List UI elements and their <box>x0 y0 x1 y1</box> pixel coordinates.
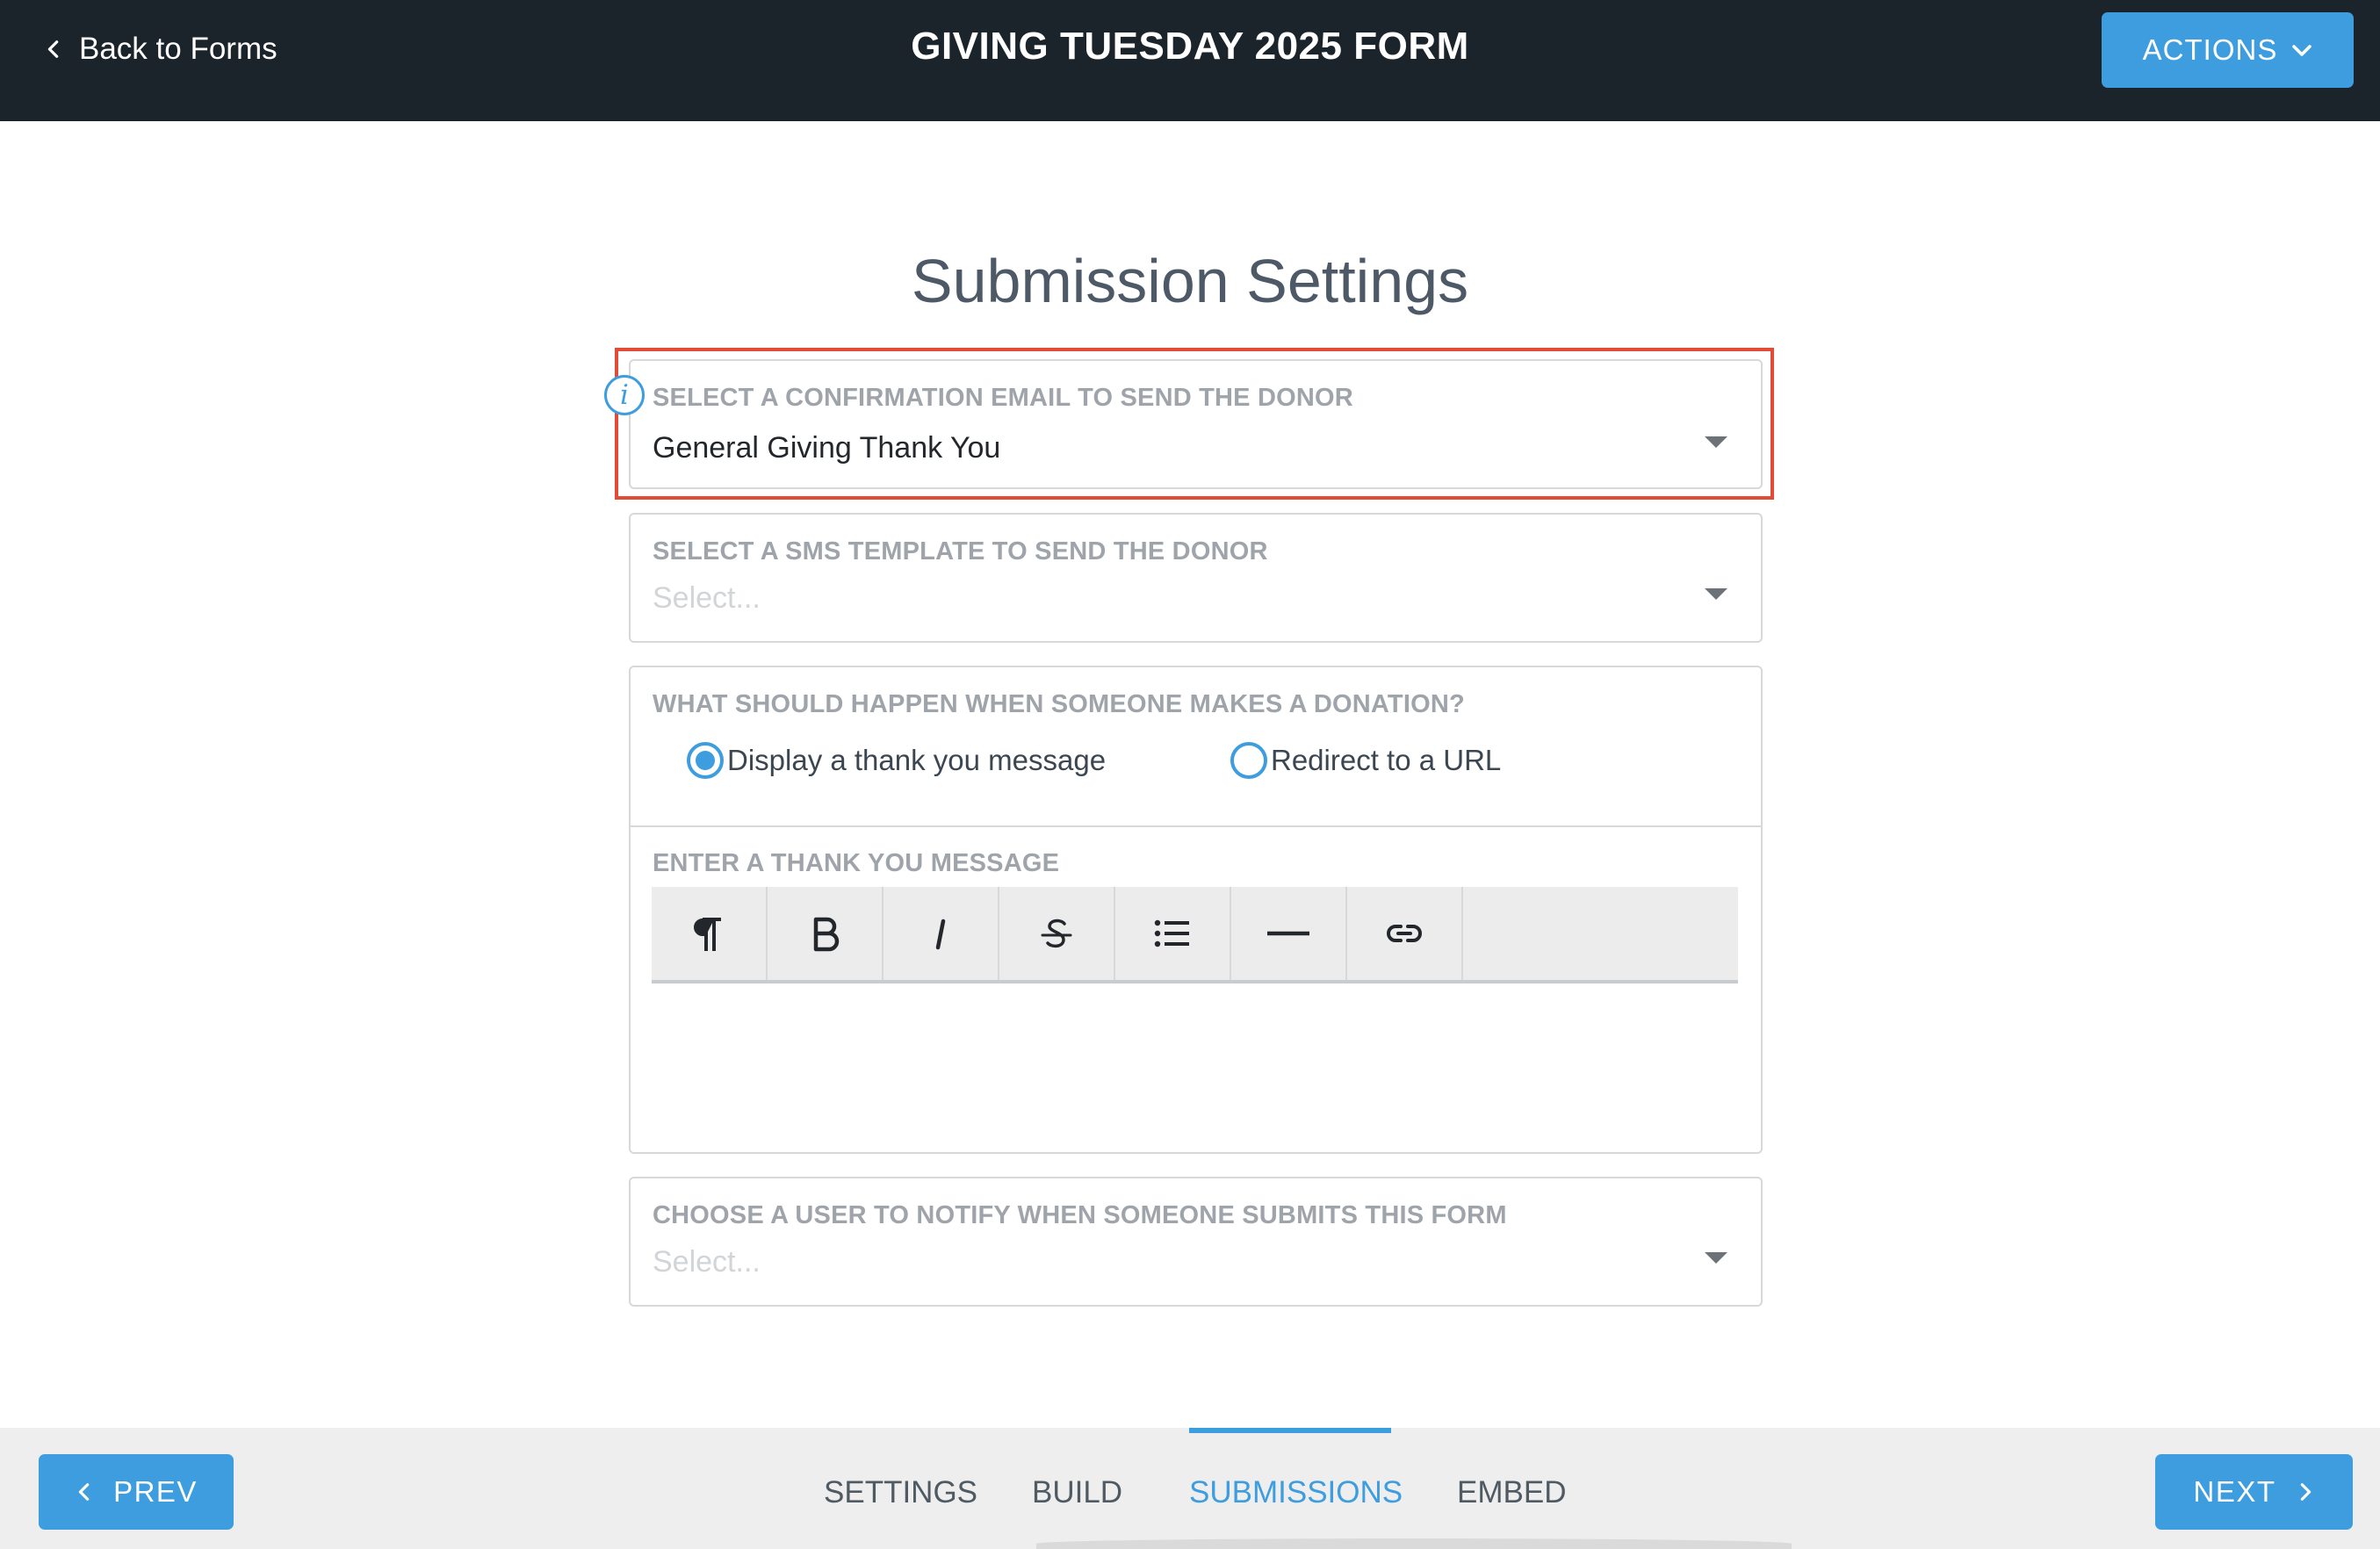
radio-unchecked-icon[interactable] <box>1230 742 1267 779</box>
thank-you-message-label: ENTER A THANK YOU MESSAGE <box>653 849 1060 877</box>
caret-down-icon <box>1705 588 1727 600</box>
sms-template-select[interactable]: SELECT A SMS TEMPLATE TO SEND THE DONOR … <box>629 513 1763 643</box>
editor-toolbar <box>652 887 1738 983</box>
chevron-down-icon <box>2292 45 2312 56</box>
link-icon <box>1387 925 1422 942</box>
list-icon <box>1154 919 1189 947</box>
next-label: NEXT <box>2193 1475 2276 1508</box>
active-tab-indicator <box>1189 1428 1391 1433</box>
notify-user-select[interactable]: CHOOSE A USER TO NOTIFY WHEN SOMEONE SUB… <box>629 1177 1763 1307</box>
horizontal-rule-icon <box>1267 931 1309 936</box>
chevron-left-icon <box>78 1483 90 1501</box>
paragraph-icon <box>694 918 721 951</box>
tab-submissions[interactable]: SUBMISSIONS <box>1189 1475 1403 1510</box>
chevron-left-icon <box>47 40 59 58</box>
strikethrough-button[interactable] <box>999 887 1115 980</box>
donation-action-label: WHAT SHOULD HAPPEN WHEN SOMEONE MAKES A … <box>653 690 1465 718</box>
horizontal-rule-button[interactable] <box>1231 887 1347 980</box>
radio-label: Display a thank you message <box>727 744 1107 776</box>
radio-label: Redirect to a URL <box>1271 744 1502 776</box>
page-title: Submission Settings <box>911 247 1469 315</box>
list-button[interactable] <box>1115 887 1231 980</box>
divider <box>629 825 1763 827</box>
form-title: GIVING TUESDAY 2025 FORM <box>911 25 1469 68</box>
paragraph-button[interactable] <box>652 887 768 980</box>
radio-display-thank-you[interactable]: Display a thank you message <box>687 742 1106 779</box>
bold-icon <box>813 917 840 952</box>
confirmation-email-select[interactable]: SELECT A CONFIRMATION EMAIL TO SEND THE … <box>629 359 1763 489</box>
footer-shadow <box>1036 1538 1792 1549</box>
radio-redirect-url[interactable]: Redirect to a URL <box>1230 742 1501 779</box>
sms-template-placeholder: Select... <box>653 581 761 615</box>
prev-button[interactable]: PREV <box>39 1454 234 1530</box>
notify-user-label: CHOOSE A USER TO NOTIFY WHEN SOMEONE SUB… <box>653 1201 1507 1229</box>
radio-checked-icon[interactable] <box>687 742 724 779</box>
strikethrough-icon <box>1041 919 1072 948</box>
tab-embed[interactable]: EMBED <box>1457 1475 1566 1510</box>
tab-build[interactable]: BUILD <box>1032 1475 1122 1510</box>
back-to-forms-label: Back to Forms <box>79 32 278 66</box>
actions-button[interactable]: ACTIONS <box>2102 12 2354 88</box>
notify-user-placeholder: Select... <box>653 1245 761 1279</box>
confirmation-email-value: General Giving Thank You <box>653 431 1001 465</box>
back-to-forms-link[interactable]: Back to Forms <box>44 26 278 72</box>
tab-settings[interactable]: SETTINGS <box>824 1475 977 1510</box>
top-bar: Back to Forms GIVING TUESDAY 2025 FORM A… <box>0 0 2380 121</box>
info-icon[interactable]: i <box>604 375 645 415</box>
italic-button[interactable] <box>883 887 999 980</box>
chevron-right-icon <box>2300 1483 2311 1501</box>
next-button[interactable]: NEXT <box>2155 1454 2353 1530</box>
prev-label: PREV <box>113 1475 198 1508</box>
actions-label: ACTIONS <box>2142 33 2278 66</box>
bold-button[interactable] <box>768 887 883 980</box>
caret-down-icon <box>1705 1252 1727 1264</box>
sms-template-label: SELECT A SMS TEMPLATE TO SEND THE DONOR <box>653 537 1268 566</box>
italic-icon <box>935 919 946 950</box>
confirmation-email-label: SELECT A CONFIRMATION EMAIL TO SEND THE … <box>653 384 1353 412</box>
link-button[interactable] <box>1347 887 1463 980</box>
caret-down-icon <box>1705 436 1727 448</box>
